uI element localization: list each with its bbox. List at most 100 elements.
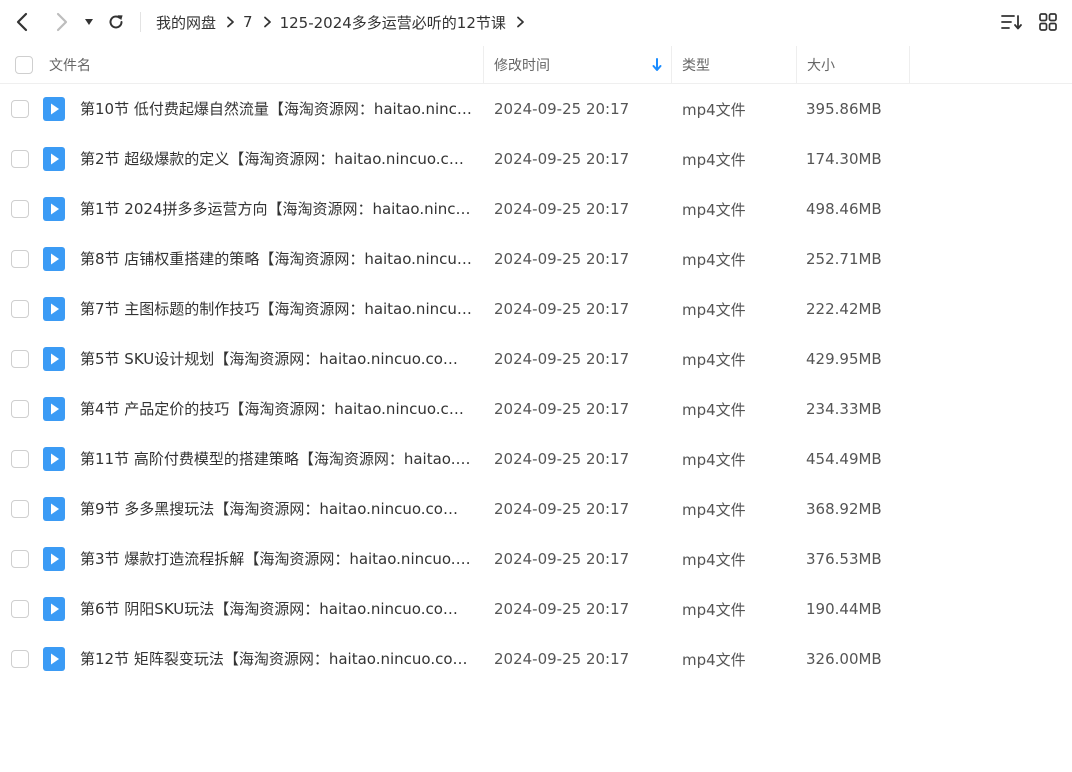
- column-header-type[interactable]: 类型: [682, 46, 710, 83]
- chevron-right-icon[interactable]: [516, 16, 525, 28]
- file-type: mp4文件: [682, 550, 746, 569]
- file-size: 190.44MB: [806, 600, 882, 618]
- file-name[interactable]: 第4节 产品定价的技巧【海淘资源网：haitao.nincuo.com】.mp4: [80, 384, 472, 434]
- file-modified: 2024-09-25 20:17: [494, 500, 630, 518]
- column-divider[interactable]: [909, 46, 910, 83]
- row-checkbox[interactable]: [11, 300, 29, 318]
- arrow-down-icon: [652, 57, 662, 71]
- file-name[interactable]: 第5节 SKU设计规划【海淘资源网：haitao.nincuo.com】.mp4: [80, 334, 472, 384]
- video-file-icon: [43, 397, 65, 421]
- history-dropdown-button[interactable]: [77, 9, 101, 35]
- table-row[interactable]: 第12节 矩阵裂变玩法【海淘资源网：haitao.nincuo.com】.mp4…: [0, 634, 1072, 684]
- file-type: mp4文件: [682, 300, 746, 319]
- row-checkbox[interactable]: [11, 600, 29, 618]
- grid-view-button[interactable]: [1037, 11, 1059, 33]
- table-row[interactable]: 第11节 高阶付费模型的搭建策略【海淘资源网：haitao.nincuo.com…: [0, 434, 1072, 484]
- toolbar-divider: [140, 12, 141, 32]
- file-modified: 2024-09-25 20:17: [494, 600, 630, 618]
- file-modified: 2024-09-25 20:17: [494, 550, 630, 568]
- file-size: 252.71MB: [806, 250, 882, 268]
- file-name[interactable]: 第12节 矩阵裂变玩法【海淘资源网：haitao.nincuo.com】.mp4: [80, 634, 472, 684]
- sort-icon: [1001, 15, 1022, 30]
- column-header-modified[interactable]: 修改时间: [494, 46, 550, 83]
- row-checkbox[interactable]: [11, 200, 29, 218]
- video-file-icon: [43, 197, 65, 221]
- file-name[interactable]: 第11节 高阶付费模型的搭建策略【海淘资源网：haitao.nincuo.com…: [80, 434, 472, 484]
- table-row[interactable]: 第4节 产品定价的技巧【海淘资源网：haitao.nincuo.com】.mp4…: [0, 384, 1072, 434]
- breadcrumb-item-root[interactable]: 我的网盘: [156, 12, 216, 33]
- column-header-name[interactable]: 文件名: [49, 46, 91, 83]
- file-size: 222.42MB: [806, 300, 882, 318]
- row-checkbox[interactable]: [11, 650, 29, 668]
- chevron-right-icon: [226, 16, 235, 28]
- grid-view-icon: [1039, 13, 1057, 31]
- row-checkbox[interactable]: [11, 450, 29, 468]
- select-all-checkbox-cell: [15, 46, 33, 83]
- column-divider[interactable]: [671, 46, 672, 83]
- file-type: mp4文件: [682, 350, 746, 369]
- table-row[interactable]: 第3节 爆款打造流程拆解【海淘资源网：haitao.nincuo.com】.mp…: [0, 534, 1072, 584]
- refresh-button[interactable]: [103, 9, 129, 35]
- breadcrumb-item-folder[interactable]: 7: [243, 13, 253, 31]
- chevron-right-icon: [263, 16, 272, 28]
- file-size: 234.33MB: [806, 400, 882, 418]
- file-size: 174.30MB: [806, 150, 882, 168]
- file-modified: 2024-09-25 20:17: [494, 350, 630, 368]
- row-checkbox[interactable]: [11, 250, 29, 268]
- video-file-icon: [43, 447, 65, 471]
- video-file-icon: [43, 147, 65, 171]
- breadcrumb: 我的网盘 7 125-2024多多运营必听的12节课: [156, 0, 533, 44]
- file-modified: 2024-09-25 20:17: [494, 650, 630, 668]
- file-type: mp4文件: [682, 400, 746, 419]
- sort-button[interactable]: [1001, 11, 1023, 33]
- table-row[interactable]: 第1节 2024拼多多运营方向【海淘资源网：haitao.nincuo.com】…: [0, 184, 1072, 234]
- chevron-right-icon: [56, 12, 68, 32]
- row-checkbox[interactable]: [11, 150, 29, 168]
- column-divider[interactable]: [483, 46, 484, 83]
- back-button[interactable]: [9, 9, 35, 35]
- row-checkbox[interactable]: [11, 550, 29, 568]
- video-file-icon: [43, 247, 65, 271]
- video-file-icon: [43, 647, 65, 671]
- chevron-left-icon: [16, 12, 28, 32]
- file-size: 498.46MB: [806, 200, 882, 218]
- file-name[interactable]: 第2节 超级爆款的定义【海淘资源网：haitao.nincuo.com】.mp4: [80, 134, 472, 184]
- table-row[interactable]: 第5节 SKU设计规划【海淘资源网：haitao.nincuo.com】.mp4…: [0, 334, 1072, 384]
- file-name[interactable]: 第8节 店铺权重搭建的策略【海淘资源网：haitao.nincuo.com】.m…: [80, 234, 472, 284]
- video-file-icon: [43, 497, 65, 521]
- file-type: mp4文件: [682, 500, 746, 519]
- row-checkbox[interactable]: [11, 100, 29, 118]
- file-modified: 2024-09-25 20:17: [494, 250, 630, 268]
- row-checkbox[interactable]: [11, 400, 29, 418]
- select-all-checkbox[interactable]: [15, 55, 33, 74]
- table-row[interactable]: 第9节 多多黑搜玩法【海淘资源网：haitao.nincuo.com】.mp4 …: [0, 484, 1072, 534]
- file-name[interactable]: 第3节 爆款打造流程拆解【海淘资源网：haitao.nincuo.com】.mp…: [80, 534, 472, 584]
- file-type: mp4文件: [682, 600, 746, 619]
- breadcrumb-item-current[interactable]: 125-2024多多运营必听的12节课: [280, 12, 506, 33]
- video-file-icon: [43, 297, 65, 321]
- file-name[interactable]: 第6节 阴阳SKU玩法【海淘资源网：haitao.nincuo.com】.mp4: [80, 584, 472, 634]
- table-row[interactable]: 第10节 低付费起爆自然流量【海淘资源网：haitao.nincuo.com】.…: [0, 84, 1072, 134]
- column-divider[interactable]: [796, 46, 797, 83]
- table-row[interactable]: 第6节 阴阳SKU玩法【海淘资源网：haitao.nincuo.com】.mp4…: [0, 584, 1072, 634]
- row-checkbox[interactable]: [11, 500, 29, 518]
- table-row[interactable]: 第7节 主图标题的制作技巧【海淘资源网：haitao.nincuo.com】.m…: [0, 284, 1072, 334]
- file-name[interactable]: 第10节 低付费起爆自然流量【海淘资源网：haitao.nincuo.com】.…: [80, 84, 472, 134]
- table-row[interactable]: 第8节 店铺权重搭建的策略【海淘资源网：haitao.nincuo.com】.m…: [0, 234, 1072, 284]
- file-type: mp4文件: [682, 200, 746, 219]
- file-type: mp4文件: [682, 450, 746, 469]
- refresh-icon: [109, 15, 123, 29]
- toolbar: 我的网盘 7 125-2024多多运营必听的12节课: [0, 0, 1072, 44]
- table-row[interactable]: 第2节 超级爆款的定义【海淘资源网：haitao.nincuo.com】.mp4…: [0, 134, 1072, 184]
- file-name[interactable]: 第9节 多多黑搜玩法【海淘资源网：haitao.nincuo.com】.mp4: [80, 484, 472, 534]
- caret-down-icon: [85, 19, 93, 25]
- file-name[interactable]: 第1节 2024拼多多运营方向【海淘资源网：haitao.nincuo.com】…: [80, 184, 472, 234]
- column-header-size[interactable]: 大小: [807, 46, 835, 83]
- file-size: 454.49MB: [806, 450, 882, 468]
- file-name[interactable]: 第7节 主图标题的制作技巧【海淘资源网：haitao.nincuo.com】.m…: [80, 284, 472, 334]
- sort-descending-indicator[interactable]: [652, 46, 662, 83]
- row-checkbox[interactable]: [11, 350, 29, 368]
- file-size: 429.95MB: [806, 350, 882, 368]
- forward-button[interactable]: [49, 9, 75, 35]
- file-type: mp4文件: [682, 250, 746, 269]
